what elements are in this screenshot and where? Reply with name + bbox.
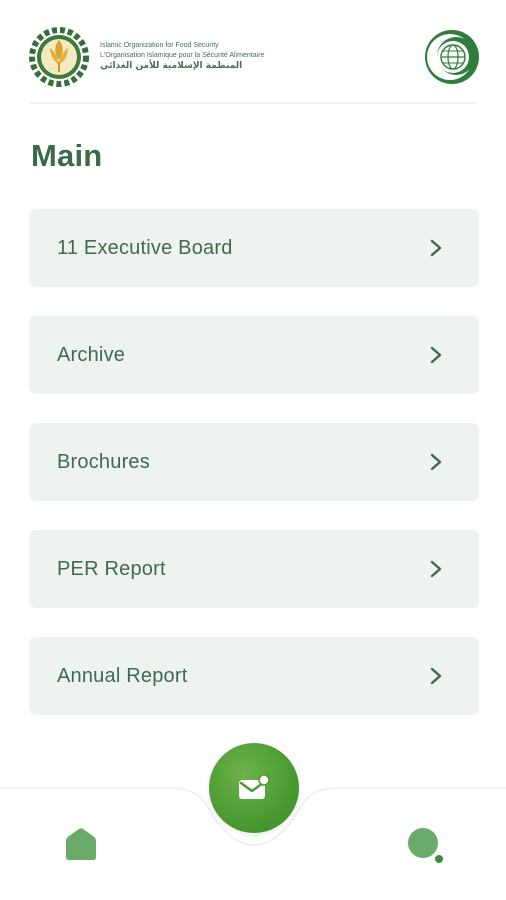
menu-item-label: Archive	[57, 343, 126, 366]
main-menu: 11 Executive Board Archive Brochures PER…	[29, 209, 479, 744]
menu-item-label: PER Report	[57, 557, 166, 580]
mail-notification-icon	[239, 775, 270, 799]
header-divider	[30, 102, 476, 104]
app-screen: Islamic Organization for Food Security L…	[0, 0, 506, 900]
nav-profile-button[interactable]	[406, 826, 444, 864]
brand: Islamic Organization for Food Security L…	[28, 26, 264, 88]
menu-item-brochures[interactable]: Brochures	[29, 423, 479, 501]
nav-home-button[interactable]	[63, 826, 99, 862]
profile-icon	[408, 828, 443, 863]
brand-name-fr: L'Organisation Islamique pour la Sécurit…	[100, 52, 265, 60]
menu-item-executive-board[interactable]: 11 Executive Board	[29, 209, 479, 287]
menu-item-label: 11 Executive Board	[57, 236, 233, 259]
home-icon	[66, 828, 96, 860]
brand-name-en: Islamic Organization for Food Security	[100, 42, 219, 50]
menu-item-label: Annual Report	[57, 664, 188, 687]
menu-item-archive[interactable]: Archive	[29, 316, 479, 394]
chevron-right-icon	[429, 667, 443, 685]
iofs-logo	[28, 26, 90, 88]
menu-item-label: Brochures	[57, 450, 150, 473]
chevron-right-icon	[429, 239, 443, 257]
brand-text: Islamic Organization for Food Security L…	[100, 42, 264, 71]
chevron-right-icon	[429, 560, 443, 578]
brand-name-ar: المنظمة الإسلامية للأمن الغذائي	[100, 60, 243, 71]
chevron-right-icon	[429, 453, 443, 471]
menu-item-annual-report[interactable]: Annual Report	[29, 637, 479, 715]
app-header: Islamic Organization for Food Security L…	[28, 22, 480, 92]
oic-logo	[424, 29, 480, 85]
menu-item-per-report[interactable]: PER Report	[29, 530, 479, 608]
messages-fab-button[interactable]	[209, 743, 299, 833]
page-title: Main	[31, 138, 103, 173]
chevron-right-icon	[429, 346, 443, 364]
